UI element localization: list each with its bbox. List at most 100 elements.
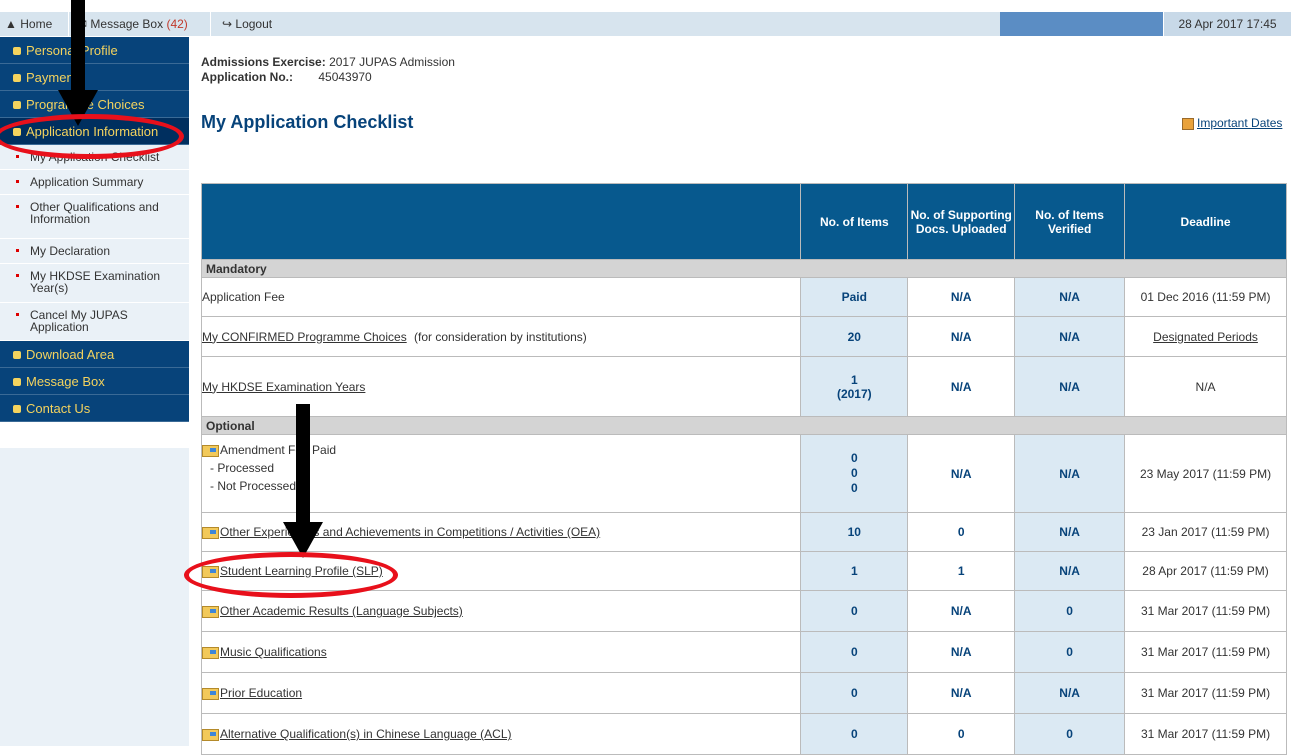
section-label: Mandatory (201, 259, 1287, 278)
logout-label: Logout (235, 17, 273, 31)
bullet-icon (16, 249, 19, 252)
oea-link[interactable]: Other Experiences and Achievements in Co… (220, 525, 600, 539)
row-deadline: 01 Dec 2016 (11:59 PM) (1124, 277, 1287, 317)
music-qualifications-link[interactable]: Music Qualifications (220, 645, 327, 659)
sidebar-sublabel: Application Summary (30, 175, 144, 189)
bullet-icon (16, 155, 19, 158)
row-verified: 0 (1014, 590, 1126, 632)
bullet-icon (13, 73, 21, 82)
row-verified: N/A (1014, 551, 1126, 591)
row-deadline: N/A (1124, 356, 1287, 417)
row-deadline: 31 Mar 2017 (11:59 PM) (1124, 672, 1287, 714)
programme-choices-link[interactable]: My CONFIRMED Programme Choices (202, 330, 407, 344)
bullet-icon (16, 274, 19, 277)
acl-link[interactable]: Alternative Qualification(s) in Chinese … (220, 727, 512, 741)
row-verified: N/A (1014, 434, 1126, 513)
application-info: Admissions Exercise: 2017 JUPAS Admissio… (201, 55, 455, 85)
sidebar-item-message-box[interactable]: Message Box (0, 368, 189, 395)
row-docs: N/A (907, 277, 1016, 317)
row-items: 0 (800, 590, 909, 632)
row-items: 10 (800, 512, 909, 552)
table-row: Prior Education 0 N/A N/A 31 Mar 2017 (1… (200, 672, 1287, 714)
bullet-icon (16, 205, 19, 208)
home-label: Home (20, 17, 53, 31)
row-items: 0 0 0 (800, 434, 909, 513)
section-optional: Optional (201, 416, 1287, 435)
not-processed-label: - Not Processed (210, 479, 297, 493)
row-items: 1 (800, 551, 909, 591)
home-icon: ▲ (5, 17, 17, 31)
exercise-value: 2017 JUPAS Admission (329, 55, 455, 69)
row-deadline: 23 Jan 2017 (11:59 PM) (1124, 512, 1287, 552)
important-dates-link[interactable]: Important Dates (1182, 116, 1282, 130)
hkdse-years-link[interactable]: My HKDSE Examination Years (202, 380, 365, 394)
logout-link[interactable]: ↪ Logout (222, 12, 272, 36)
sidebar-label: Contact Us (26, 401, 91, 416)
row-items: 0 (800, 631, 909, 673)
bullet-icon (13, 350, 21, 359)
row-docs: N/A (907, 434, 1016, 513)
row-description: My HKDSE Examination Years (200, 356, 802, 417)
annotation-circle-application-information (0, 114, 184, 159)
row-items: 1 (2017) (800, 356, 909, 417)
row-deadline: Designated Periods (1124, 316, 1287, 357)
designated-periods-link[interactable]: Designated Periods (1153, 330, 1258, 344)
row-verified: N/A (1014, 316, 1126, 357)
row-items: 20 (800, 316, 909, 357)
important-dates-label: Important Dates (1197, 116, 1283, 130)
folder-icon (202, 646, 219, 659)
header-docs-uploaded: No. of Supporting Docs. Uploaded (907, 183, 1016, 260)
table-row: Amendment Fee Paid - Processed - Not Pro… (200, 434, 1287, 513)
message-count: (42) (166, 17, 188, 31)
row-note: (for consideration by institutions) (414, 329, 587, 344)
row-description: My CONFIRMED Programme Choices (for cons… (200, 316, 802, 357)
header-items: No. of Items (800, 183, 909, 260)
sidebar-label: Download Area (26, 347, 115, 362)
sidebar-subitem-other-qualifications[interactable]: Other Qualifications and Information (0, 195, 189, 239)
table-row: My CONFIRMED Programme Choices (for cons… (200, 316, 1287, 357)
row-description: Application Fee (200, 277, 802, 317)
row-verified: N/A (1014, 672, 1126, 714)
sidebar-sublabel: Cancel My JUPAS Application (30, 308, 128, 334)
sidebar-item-payment[interactable]: Payment (0, 64, 189, 91)
row-docs: 0 (907, 713, 1016, 755)
section-label: Optional (201, 416, 1287, 435)
header-deadline: Deadline (1124, 183, 1287, 260)
sidebar-subitem-cancel-application[interactable]: Cancel My JUPAS Application (0, 303, 189, 341)
annotation-arrow-bottom-shaft (296, 404, 310, 524)
row-docs: N/A (907, 631, 1016, 673)
processed-label: - Processed (210, 461, 275, 475)
sidebar-sublabel: My Declaration (30, 244, 111, 258)
sidebar-sublabel: My HKDSE Examination Year(s) (30, 269, 161, 295)
bullet-icon (13, 404, 21, 413)
row-verified: 0 (1014, 713, 1126, 755)
row-deadline: 31 Mar 2017 (11:59 PM) (1124, 631, 1287, 673)
sidebar-subitem-declaration[interactable]: My Declaration (0, 239, 189, 264)
bullet-icon (13, 46, 21, 55)
bullet-icon (16, 180, 19, 183)
sidebar-label: Payment (26, 70, 78, 85)
sidebar-subitem-summary[interactable]: Application Summary (0, 170, 189, 195)
prior-education-link[interactable]: Prior Education (220, 686, 302, 700)
row-description: Music Qualifications (200, 631, 802, 673)
row-items-value: 0 (850, 451, 858, 465)
bullet-icon (16, 313, 19, 316)
folder-icon (202, 605, 219, 618)
home-link[interactable]: ▲ Home (5, 12, 52, 36)
bullet-icon (13, 377, 21, 386)
sidebar-item-contact-us[interactable]: Contact Us (0, 395, 189, 422)
language-results-link[interactable]: Other Academic Results (Language Subject… (220, 604, 463, 618)
row-deadline: 23 May 2017 (11:59 PM) (1124, 434, 1287, 513)
row-items-processed: 0 (850, 466, 858, 480)
sidebar-item-personal-profile[interactable]: Personal Profile (0, 37, 189, 64)
table-row: Other Experiences and Achievements in Co… (200, 512, 1287, 552)
sidebar-subitem-hkdse-year[interactable]: My HKDSE Examination Year(s) (0, 264, 189, 303)
table-row: Other Academic Results (Language Subject… (200, 590, 1287, 632)
row-description: Amendment Fee Paid - Processed - Not Pro… (200, 434, 802, 513)
sidebar-item-download-area[interactable]: Download Area (0, 341, 189, 368)
folder-icon (202, 687, 219, 700)
table-row: Alternative Qualification(s) in Chinese … (200, 713, 1287, 755)
message-box-link[interactable]: ✉ Message Box (42) (77, 12, 188, 36)
row-items-year: (2017) (836, 386, 872, 401)
row-docs: N/A (907, 590, 1016, 632)
